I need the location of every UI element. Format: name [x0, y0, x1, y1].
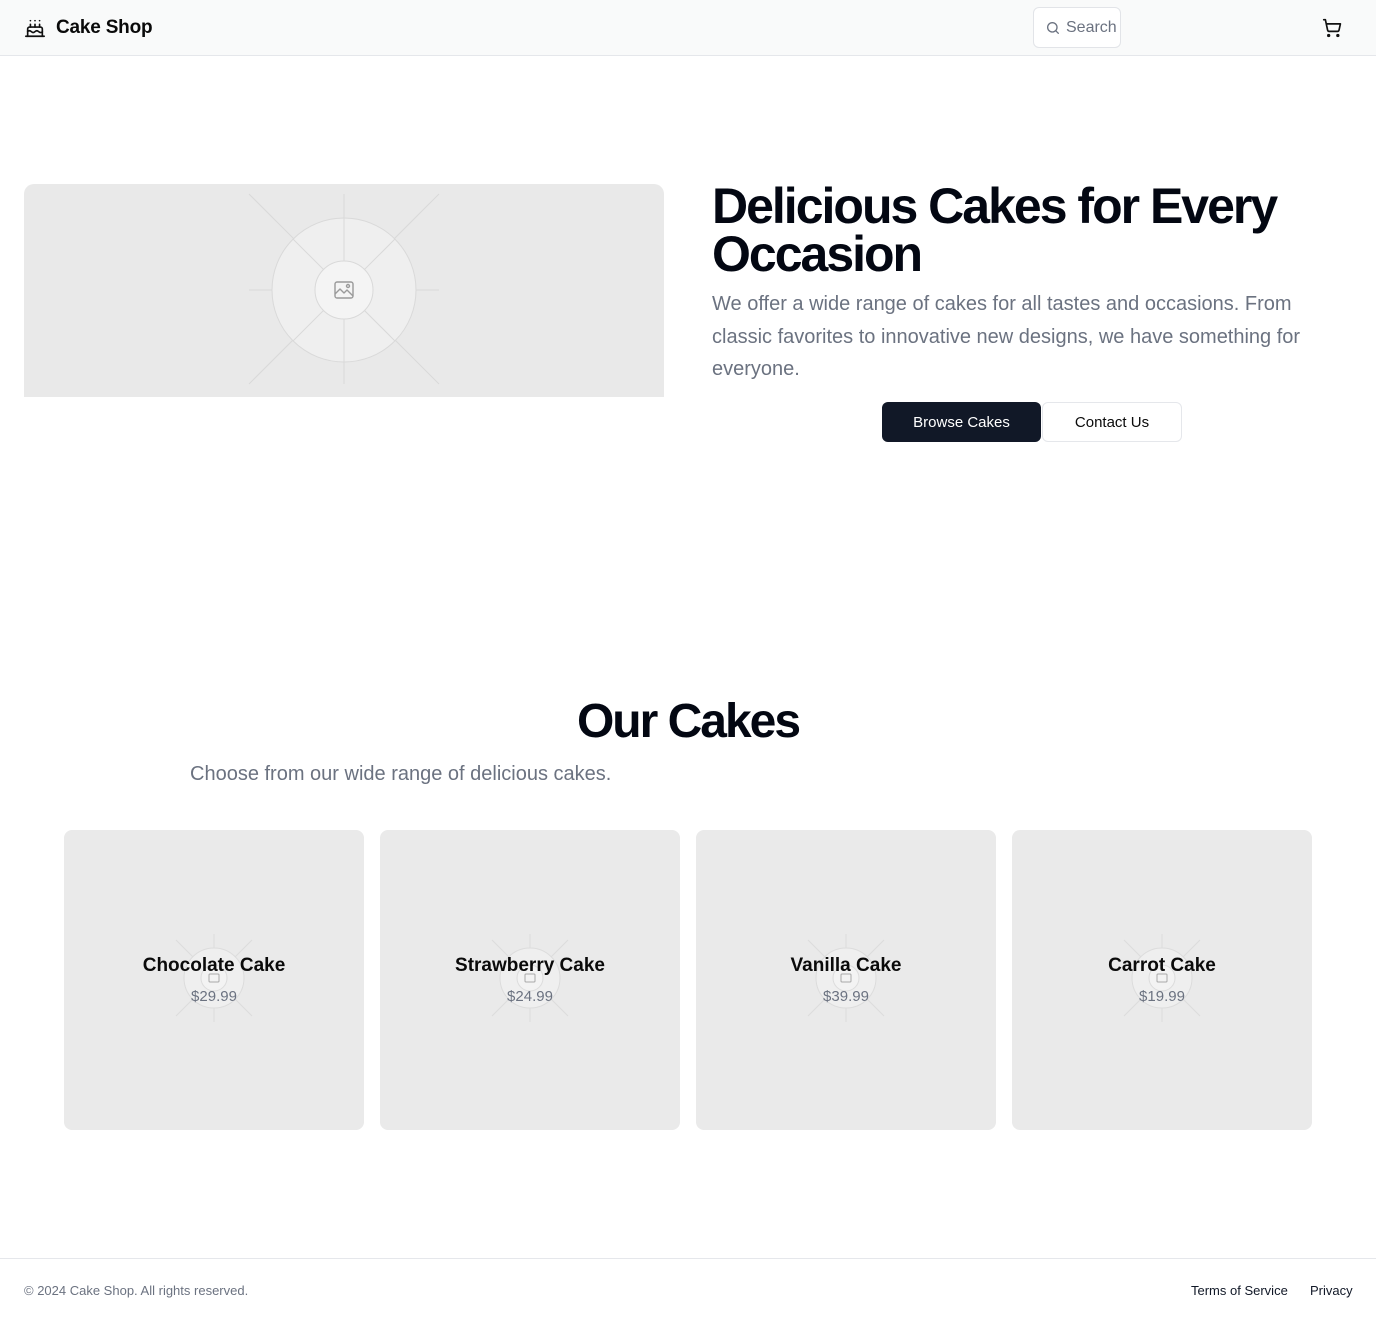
image-placeholder-icon	[248, 193, 440, 385]
product-price: $29.99	[191, 988, 237, 1005]
product-card[interactable]: Strawberry Cake $24.99	[380, 830, 680, 1130]
cake-icon	[25, 19, 45, 38]
product-card[interactable]: Carrot Cake $19.99	[1012, 830, 1312, 1130]
contact-us-button[interactable]: Contact Us	[1042, 402, 1182, 442]
product-price: $19.99	[1139, 988, 1185, 1005]
footer: © 2024 Cake Shop. All rights reserved. T…	[0, 1258, 1376, 1323]
image-placeholder-icon	[175, 934, 253, 1022]
brand-name: Cake Shop	[56, 17, 153, 38]
image-placeholder-icon	[1123, 934, 1201, 1022]
image-placeholder-icon	[807, 934, 885, 1022]
hero-image-placeholder	[24, 184, 664, 397]
product-name: Strawberry Cake	[455, 955, 605, 976]
hero-description: We offer a wide range of cakes for all t…	[712, 293, 1301, 380]
product-name: Vanilla Cake	[790, 955, 902, 976]
brand-link[interactable]: Cake Shop	[24, 14, 153, 42]
product-price: $39.99	[823, 988, 869, 1005]
image-placeholder-icon	[491, 934, 569, 1022]
section-subtitle: Choose from our wide range of delicious …	[190, 763, 612, 785]
terms-of-service-link[interactable]: Terms of Service	[1191, 1283, 1288, 1299]
hero-title: Delicious Cakes for Every Occasion	[712, 178, 1278, 282]
product-card[interactable]: Chocolate Cake $29.99	[64, 830, 364, 1130]
product-price: $24.99	[507, 988, 553, 1005]
search-box[interactable]	[1033, 7, 1121, 48]
section-title: Our Cakes	[576, 695, 801, 748]
product-name: Chocolate Cake	[142, 955, 286, 976]
product-card[interactable]: Vanilla Cake $39.99	[696, 830, 996, 1130]
top-nav: Cake Shop	[0, 0, 1376, 56]
privacy-link[interactable]: Privacy	[1310, 1283, 1353, 1299]
search-input[interactable]	[1066, 18, 1118, 38]
product-name: Carrot Cake	[1108, 955, 1216, 976]
browse-cakes-button[interactable]: Browse Cakes	[882, 402, 1041, 442]
copyright: © 2024 Cake Shop. All rights reserved.	[24, 1283, 249, 1298]
shopping-cart-icon[interactable]	[1322, 18, 1342, 38]
search-icon	[1047, 22, 1059, 34]
